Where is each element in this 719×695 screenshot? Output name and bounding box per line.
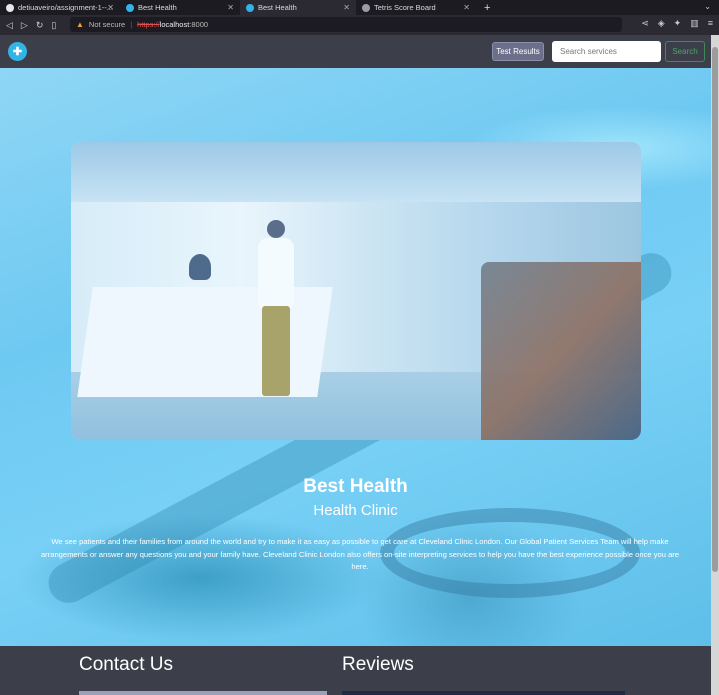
browser-tab[interactable]: Tetris Score Board ✕ [356, 0, 476, 15]
url-host: localhost [159, 20, 190, 29]
tab-label: detiuaveiro/assignment-1--... [18, 3, 114, 12]
divider: | [130, 20, 133, 29]
web-page: ✚ Test Results Search Best Health Health… [0, 35, 711, 695]
extensions-icon[interactable]: ✦ [674, 18, 682, 29]
search-button[interactable]: Search [665, 41, 705, 62]
bookmark-icon[interactable]: ▯ [51, 20, 56, 31]
contact-card [79, 691, 327, 695]
scrollbar-thumb[interactable] [712, 47, 718, 572]
reviews-heading: Reviews [342, 654, 414, 675]
photo-waiting-people [481, 262, 641, 440]
clinic-photo [71, 142, 641, 440]
photo-receptionist [189, 254, 211, 280]
back-icon[interactable]: ◁ [6, 20, 13, 31]
new-tab-icon[interactable]: + [484, 2, 490, 14]
site-navbar: ✚ Test Results Search [0, 35, 711, 68]
reload-icon[interactable]: ↻ [36, 20, 44, 31]
close-icon[interactable]: ✕ [343, 3, 350, 12]
photo-person-body [258, 238, 294, 308]
photo-person [256, 220, 298, 400]
site-logo-icon [126, 3, 134, 12]
toolbar-actions: ⋖ ◈ ✦ ▥ ≡ [641, 18, 713, 29]
site-logo-icon[interactable]: ✚ [8, 42, 27, 61]
shield-icon[interactable]: ◈ [658, 18, 665, 29]
hero-title: Best Health [303, 476, 408, 497]
globe-icon [362, 3, 370, 12]
tab-label: Best Health [258, 3, 297, 12]
browser-tab-bar: detiuaveiro/assignment-1--... ✕ Best Hea… [0, 0, 719, 15]
photo-person-head [267, 220, 285, 238]
hero-section: Best Health Health Clinic We see patient… [0, 68, 711, 646]
hero-subtitle: Health Clinic [313, 502, 398, 519]
share-icon[interactable]: ⋖ [641, 18, 649, 29]
close-icon[interactable]: ✕ [107, 3, 114, 12]
tab-label: Tetris Score Board [374, 3, 436, 12]
sidebar-icon[interactable]: ▥ [690, 18, 699, 29]
url-port: :8000 [189, 20, 209, 29]
address-bar[interactable]: ▲ Not secure | https://localhost:8000 [70, 17, 622, 32]
browser-tab-active[interactable]: Best Health ✕ [240, 0, 356, 15]
photo-ceiling [71, 142, 641, 202]
search-input[interactable] [552, 41, 661, 62]
site-logo-icon [246, 3, 254, 12]
forward-icon[interactable]: ▷ [21, 20, 28, 31]
test-results-button[interactable]: Test Results [492, 42, 544, 61]
chevron-down-icon[interactable]: ⌄ [704, 2, 711, 11]
close-icon[interactable]: ✕ [463, 3, 470, 12]
menu-icon[interactable]: ≡ [708, 18, 713, 29]
url-scheme: https:// [137, 20, 160, 29]
page-scrollbar[interactable] [711, 35, 719, 695]
contact-heading: Contact Us [79, 654, 173, 675]
footer-section: Contact Us Reviews [0, 646, 711, 695]
browser-tab[interactable]: detiuaveiro/assignment-1--... ✕ [0, 0, 120, 15]
browser-tab[interactable]: Best Health ✕ [120, 0, 240, 15]
close-icon[interactable]: ✕ [227, 3, 234, 12]
photo-person-legs [262, 306, 290, 396]
tab-label: Best Health [138, 3, 177, 12]
reviews-card [342, 691, 625, 695]
hero-description: We see patients and their families from … [40, 537, 680, 571]
security-label[interactable]: Not secure [89, 20, 125, 29]
github-icon [6, 3, 14, 12]
warning-icon: ▲ [76, 20, 84, 29]
